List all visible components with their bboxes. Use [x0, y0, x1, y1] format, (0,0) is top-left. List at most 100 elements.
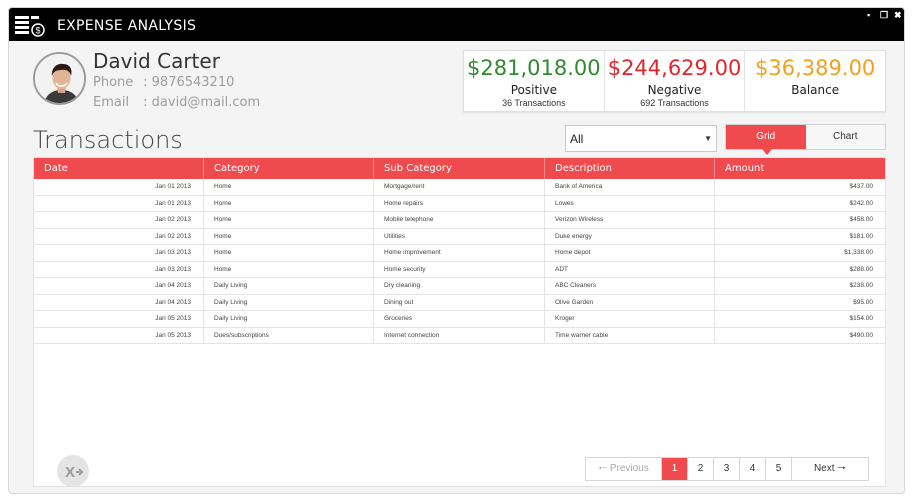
- negative-label: Negative: [647, 83, 702, 97]
- date-cell: Jan 03 2013: [34, 245, 204, 261]
- balance-label: Balance: [791, 83, 840, 97]
- table-row[interactable]: Jan 03 2013 Home Home security ADT $288.00: [34, 261, 885, 278]
- date-cell: Jan 05 2013: [34, 327, 204, 343]
- table-header: Date Category Sub Category Description A…: [34, 158, 885, 179]
- date-cell: Jan 02 2013: [34, 212, 204, 228]
- amount-cell: $1,338.00: [844, 249, 873, 256]
- balance-amount: $36,389.00: [755, 56, 876, 80]
- sub-category-cell: Groceries: [374, 311, 545, 327]
- description-cell: Kroger: [545, 311, 715, 327]
- restore-icon[interactable]: ❐: [880, 10, 888, 21]
- category-filter-select[interactable]: All ▼: [565, 125, 717, 152]
- description-cell: Olive Garden: [545, 294, 715, 310]
- sub-category-cell: Dining out: [374, 294, 545, 310]
- close-icon[interactable]: ✖: [894, 10, 902, 21]
- app-window: $ EXPENSE ANALYSIS ▪ ❐ ✖ David Carter Ph…: [8, 7, 905, 494]
- view-toggle: Grid Chart: [725, 124, 886, 155]
- table-row[interactable]: Jan 05 2013 Dues/subscriptions Internet co…: [34, 327, 885, 344]
- pagination: 🠐 Previous 1 2 3 4 5 Next 🠒: [585, 457, 869, 481]
- chart-view-button[interactable]: Chart: [806, 125, 886, 149]
- sub-category-cell: Dry cleaning: [374, 278, 545, 294]
- description-cell: ABC Cleaners: [545, 278, 715, 294]
- chevron-down-icon: ▼: [704, 134, 712, 143]
- date-cell: Jan 01 2013: [34, 195, 204, 211]
- table-row[interactable]: Jan 04 2013 Daily Living Dry cleaning ABC C…: [34, 278, 885, 295]
- app-title: EXPENSE ANALYSIS: [57, 18, 197, 34]
- positive-amount: $281,018.00: [467, 56, 601, 80]
- arrow-left-icon: 🠐: [598, 463, 608, 474]
- table-row[interactable]: Jan 01 2013 Home Mortgage/rent Bank of Amer…: [34, 179, 885, 196]
- phone-value: : 9876543210: [143, 75, 235, 90]
- amount-cell: $458.00: [849, 216, 874, 223]
- amount-cell: $288.00: [849, 265, 874, 273]
- table-row[interactable]: Jan 02 2013 Home Utilities Duke energy $181.…: [34, 228, 885, 245]
- page-button[interactable]: 4: [740, 458, 766, 480]
- category-cell: Dues/subscriptions: [204, 327, 374, 343]
- summary-panel: $281,018.00 Positive 36 Transactions $24…: [463, 50, 886, 112]
- amount-cell: $490.00: [849, 331, 874, 339]
- category-cell: Daily Living: [204, 311, 374, 327]
- column-header-sub-category[interactable]: Sub Category: [374, 158, 545, 179]
- coins-stack-icon: $: [15, 16, 45, 37]
- amount-cell: $95.00: [853, 298, 873, 306]
- email-value: : david@mail.com: [143, 95, 261, 110]
- filter-value: All: [570, 132, 584, 146]
- date-cell: Jan 03 2013: [34, 261, 204, 277]
- table-row[interactable]: Jan 01 2013 Home Home repairs Lowes $242.00: [34, 195, 885, 212]
- table-row[interactable]: Jan 02 2013 Home Mobile telephone Verizon W…: [34, 212, 885, 229]
- page-button[interactable]: 1: [662, 458, 688, 480]
- page-button[interactable]: 3: [714, 458, 740, 480]
- description-cell: ADT: [545, 261, 715, 277]
- grid-view-button[interactable]: Grid: [726, 125, 806, 155]
- sub-category-cell: Mobile telephone: [374, 212, 545, 228]
- export-excel-button[interactable]: X: [57, 455, 89, 487]
- category-cell: Home: [204, 179, 374, 195]
- amount-cell: $181.00: [849, 232, 874, 240]
- table-body: Jan 01 2013 Home Mortgage/rent Bank of Amer…: [34, 179, 885, 344]
- svg-text:$: $: [35, 26, 40, 36]
- column-header-amount[interactable]: Amount: [715, 158, 885, 179]
- sub-category-cell: Home repairs: [374, 195, 545, 211]
- category-cell: Daily Living: [204, 294, 374, 310]
- phone-label: Phone: [93, 75, 134, 90]
- person-avatar-icon: [35, 54, 84, 103]
- svg-text:X: X: [65, 464, 75, 481]
- avatar: [33, 52, 86, 105]
- table-row[interactable]: Jan 03 2013 Home Home improvement Home depo…: [34, 245, 885, 262]
- title-bar: $ EXPENSE ANALYSIS ▪ ❐ ✖: [9, 8, 904, 41]
- column-header-category[interactable]: Category: [204, 158, 374, 179]
- email-label: Email: [93, 95, 130, 110]
- page-title: Transactions: [33, 126, 183, 154]
- table-row[interactable]: Jan 05 2013 Daily Living Groceries Kroger $1…: [34, 311, 885, 328]
- positive-label: Positive: [510, 83, 557, 97]
- description-cell: Verizon Wireless: [545, 212, 715, 228]
- previous-page-button[interactable]: 🠐 Previous: [586, 458, 662, 480]
- positive-count: 36 Transactions: [502, 98, 566, 108]
- phone-row: Phone : 9876543210: [93, 75, 234, 90]
- next-page-button[interactable]: Next 🠒: [792, 458, 868, 480]
- column-header-date[interactable]: Date: [34, 158, 204, 179]
- description-cell: Time warner cable: [545, 327, 715, 343]
- page-button[interactable]: 5: [766, 458, 792, 480]
- date-cell: Jan 05 2013: [34, 311, 204, 327]
- sub-category-cell: Utilities: [374, 228, 545, 244]
- page-button[interactable]: 2: [688, 458, 714, 480]
- sub-category-cell: Mortgage/rent: [374, 179, 545, 195]
- category-cell: Daily Living: [204, 278, 374, 294]
- amount-cell: $238.00: [849, 282, 874, 289]
- date-cell: Jan 04 2013: [34, 278, 204, 294]
- description-cell: Home depot: [545, 245, 715, 261]
- date-cell: Jan 04 2013: [34, 294, 204, 310]
- sub-category-cell: Home security: [374, 261, 545, 277]
- sub-category-cell: Internet connection: [374, 327, 545, 343]
- previous-label: Previous: [609, 463, 649, 474]
- minimize-icon[interactable]: ▪: [867, 10, 870, 20]
- table-row[interactable]: Jan 04 2013 Daily Living Dining out Olive G…: [34, 294, 885, 311]
- description-cell: Duke energy: [545, 228, 715, 244]
- column-header-description[interactable]: Description: [545, 158, 715, 179]
- sub-category-cell: Home improvement: [374, 245, 545, 261]
- category-cell: Home: [204, 195, 374, 211]
- description-cell: Bank of America: [545, 179, 715, 195]
- amount-cell: $242.00: [849, 199, 874, 207]
- user-name: David Carter: [93, 49, 220, 73]
